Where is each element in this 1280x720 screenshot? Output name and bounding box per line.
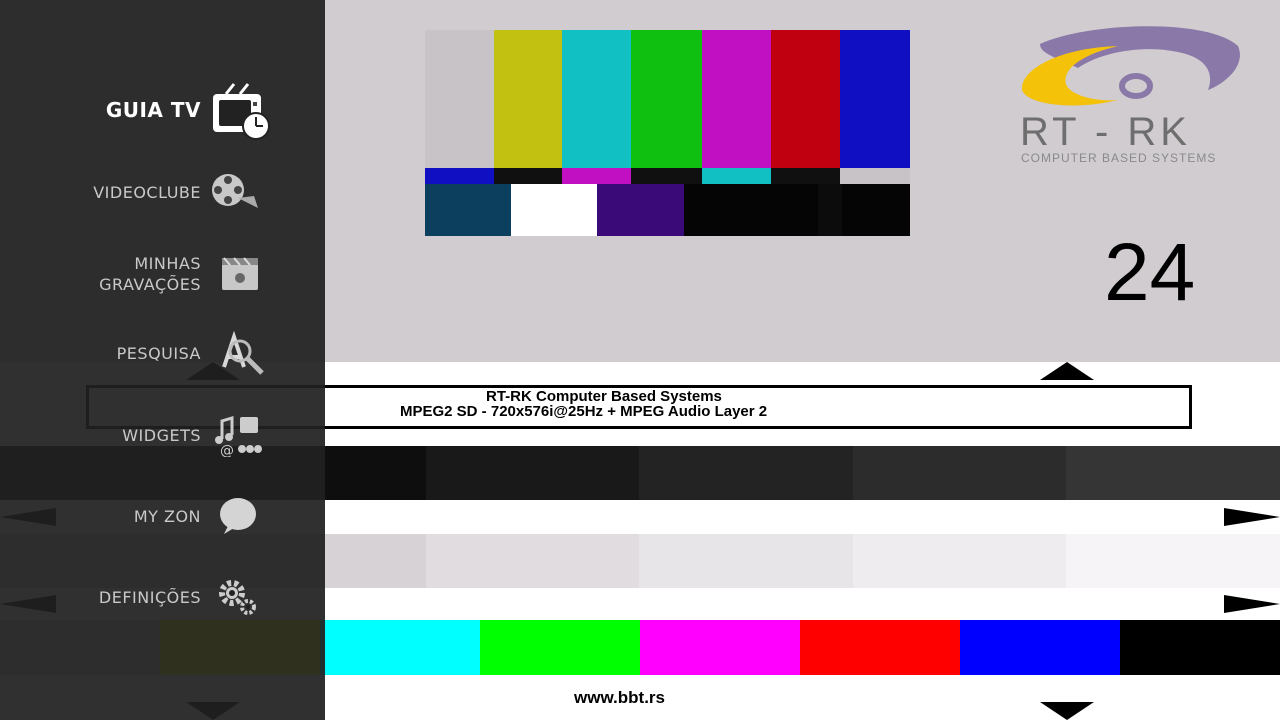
gray-step <box>853 534 1066 588</box>
right-arrow-marker <box>1224 508 1280 526</box>
rtrk-logo-swoosh <box>1021 26 1240 106</box>
reverse-bar <box>840 168 910 184</box>
right-arrow-marker <box>1224 595 1280 613</box>
color-bar <box>562 30 631 168</box>
tv-guide-icon <box>213 83 270 140</box>
color-bar <box>840 30 910 168</box>
speech-bubble-icon <box>220 498 256 534</box>
menu-item-label: VIDEOCLUBE <box>93 183 201 202</box>
film-reel-icon <box>212 174 258 208</box>
menu-item-label-line2: GRAVAÇÕES <box>99 275 201 294</box>
menu-item-guia-tv[interactable]: GUIA TV <box>0 80 325 140</box>
menu-item-videoclube[interactable]: VIDEOCLUBE <box>0 162 325 222</box>
reverse-bar <box>771 168 840 184</box>
gray-step <box>853 446 1066 500</box>
pluge-bar <box>684 184 818 236</box>
color-bar <box>960 620 1120 675</box>
gray-step <box>639 534 853 588</box>
gray-step <box>1066 534 1280 588</box>
logo-subtitle: COMPUTER BASED SYSTEMS <box>1021 151 1217 165</box>
pluge-bar <box>842 184 910 236</box>
color-bar <box>771 30 840 168</box>
menu-item-minhas-gravacoes[interactable]: MINHAS GRAVAÇÕES <box>0 250 325 310</box>
reverse-bar <box>562 168 631 184</box>
menu-item-widgets[interactable]: WIDGETS @ <box>0 405 325 465</box>
website-text: www.bbt.rs <box>574 688 665 707</box>
reverse-bar <box>702 168 771 184</box>
color-bar <box>640 620 800 675</box>
svg-text:@: @ <box>220 443 234 457</box>
color-bar <box>425 30 494 168</box>
color-bar <box>494 30 562 168</box>
channel-number: 24 <box>1104 227 1196 318</box>
pluge-bar <box>818 184 842 236</box>
side-menu: GUIA TV VIDEOCLUBE MINHAS GRAVAÇÕES PESQ… <box>0 0 325 720</box>
pluge-bar <box>597 184 684 236</box>
info-line-2: MPEG2 SD - 720x576i@25Hz + MPEG Audio La… <box>400 403 768 420</box>
down-arrow-marker <box>1040 702 1094 720</box>
widgets-icon: @ <box>215 415 262 457</box>
color-bar <box>702 30 771 168</box>
search-icon <box>222 331 264 375</box>
color-bar <box>631 30 702 168</box>
recordings-icon <box>222 257 258 290</box>
reverse-bar <box>631 168 702 184</box>
menu-item-label: GUIA TV <box>105 98 201 122</box>
menu-item-label: PESQUISA <box>116 344 201 363</box>
color-bar <box>480 620 640 675</box>
pluge-bar <box>425 184 511 236</box>
menu-item-label: MY ZON <box>133 507 201 526</box>
color-bar <box>1120 620 1280 675</box>
reverse-bar <box>425 168 494 184</box>
menu-item-pesquisa[interactable]: PESQUISA <box>0 323 325 383</box>
menu-item-label-line1: MINHAS <box>134 254 201 273</box>
gray-step <box>426 446 639 500</box>
gray-step <box>426 534 639 588</box>
pluge-bar <box>511 184 597 236</box>
gray-step <box>1066 446 1280 500</box>
color-bar <box>800 620 960 675</box>
up-arrow-marker <box>1040 362 1094 380</box>
logo-text: RT - RK <box>1020 110 1191 154</box>
menu-item-definicoes[interactable]: DEFINIÇÕES <box>0 567 325 627</box>
gear-icon <box>219 580 256 615</box>
menu-item-label: WIDGETS <box>122 426 201 445</box>
menu-item-label: MINHAS GRAVAÇÕES <box>99 253 201 295</box>
gray-step <box>639 446 853 500</box>
reverse-bar <box>494 168 562 184</box>
menu-item-label: DEFINIÇÕES <box>98 588 201 607</box>
menu-item-my-zon[interactable]: MY ZON <box>0 486 325 546</box>
color-bar <box>320 620 480 675</box>
